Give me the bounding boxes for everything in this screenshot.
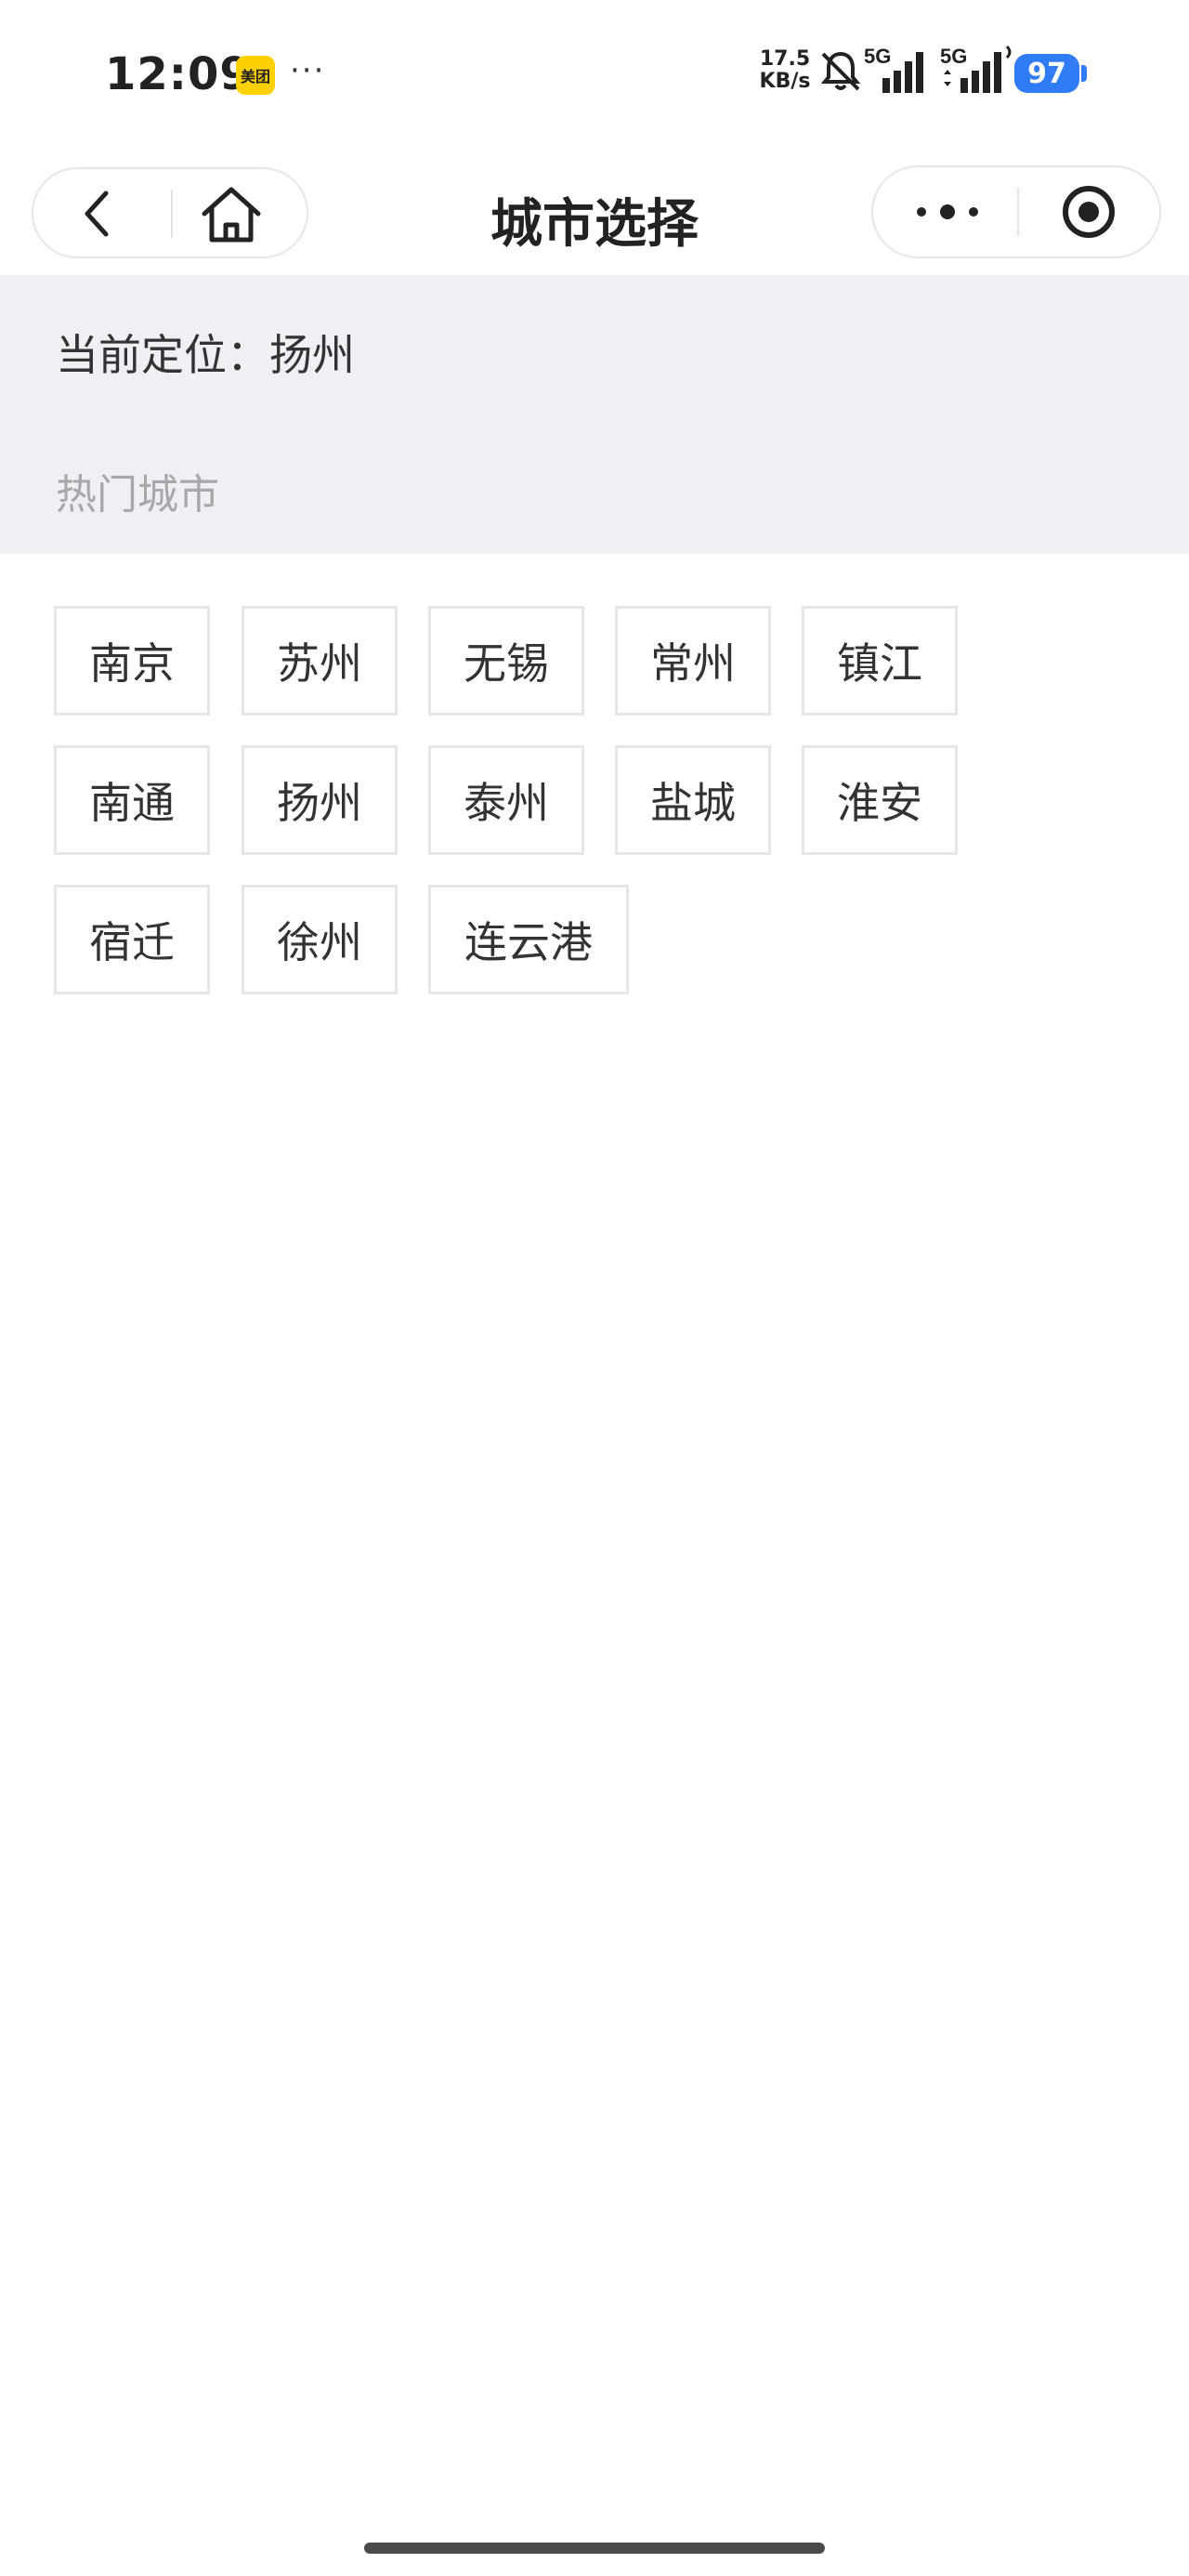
signal-5g-data-icon: 5G (940, 45, 1012, 93)
battery-tip (1081, 65, 1087, 82)
status-more-dots: ··· (290, 52, 326, 89)
city-chip[interactable]: 苏州 (242, 606, 398, 716)
city-chip[interactable]: 扬州 (242, 745, 398, 855)
city-chip[interactable]: 泰州 (428, 745, 584, 855)
city-chip[interactable]: 宿迁 (54, 885, 210, 994)
city-chip[interactable]: 徐州 (242, 885, 398, 994)
city-chip[interactable]: 南京 (54, 606, 210, 716)
network-speed: 17.5 KB/s (757, 48, 813, 93)
signal1-label: 5G (864, 45, 891, 68)
nav-right-capsule (871, 165, 1161, 258)
city-chip[interactable]: 盐城 (615, 745, 771, 855)
more-options-icon[interactable] (910, 188, 985, 236)
city-chip[interactable]: 镇江 (802, 606, 958, 716)
capsule-divider (1017, 188, 1019, 236)
meituan-app-icon: 美团 (236, 56, 275, 95)
battery-indicator: 97 (1014, 54, 1079, 93)
navigation-bar: 城市选择 (0, 149, 1189, 275)
close-miniprogram-icon[interactable] (1059, 182, 1118, 242)
city-chip[interactable]: 连云港 (428, 885, 629, 994)
city-chip[interactable]: 无锡 (428, 606, 584, 716)
home-indicator[interactable] (364, 2543, 825, 2554)
network-speed-value: 17.5 (759, 47, 811, 71)
location-section: 当前定位：扬州 热门城市 (0, 275, 1189, 554)
status-bar: 12:09 美团 ··· 17.5 KB/s 5G 5G 97 (0, 0, 1189, 149)
bell-muted-icon (820, 51, 861, 91)
signal2-label: 5G (940, 45, 967, 68)
status-time: 12:09 (105, 48, 252, 100)
city-chip[interactable]: 常州 (615, 606, 771, 716)
current-location[interactable]: 当前定位：扬州 (56, 322, 355, 383)
city-chip[interactable]: 南通 (54, 745, 210, 855)
hot-cities-title: 热门城市 (56, 471, 219, 519)
city-chip[interactable]: 淮安 (802, 745, 958, 855)
network-speed-unit: KB/s (759, 70, 811, 93)
signal-5g-icon: 5G (864, 45, 923, 93)
